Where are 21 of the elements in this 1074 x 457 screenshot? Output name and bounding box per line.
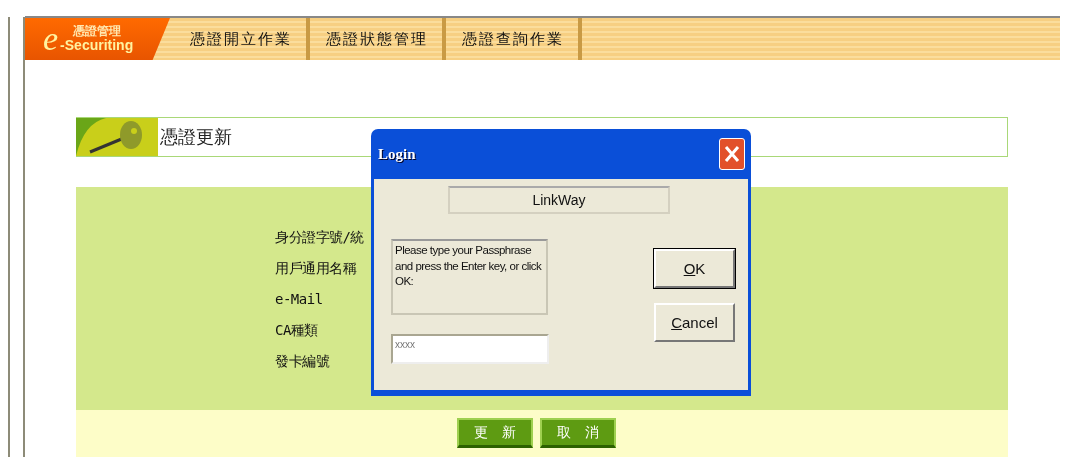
field-label: 用戶通用名稱 xyxy=(275,259,356,278)
nav-tab[interactable]: 憑證開立作業 xyxy=(174,18,310,60)
passphrase-field[interactable]: xxxx xyxy=(391,334,549,364)
field-label: e-Mail xyxy=(275,290,323,309)
key-icon xyxy=(76,118,158,156)
dialog-message: Please type your Passphrase and press the Enter key, or click OK: xyxy=(391,239,548,315)
field-label: 身分證字號/統 xyxy=(275,228,364,247)
logo-title: 憑證管理 xyxy=(72,25,121,37)
logo-subtitle: -Securiting xyxy=(60,37,134,53)
close-button[interactable] xyxy=(719,138,745,170)
field-label: CA種類 xyxy=(275,321,318,340)
field-label: 發卡編號 xyxy=(275,352,329,371)
nav-tab[interactable]: 憑證狀態管理 xyxy=(310,18,446,60)
ok-button[interactable]: OK xyxy=(654,249,735,288)
cancel-button[interactable]: Cancel xyxy=(654,303,735,342)
logo-letter: e xyxy=(43,22,59,56)
dialog-title: Login xyxy=(378,145,416,163)
page-title: 憑證更新 xyxy=(159,125,232,149)
app-name: LinkWay xyxy=(448,186,670,214)
nav-tab[interactable]: 憑證查詢作業 xyxy=(446,18,582,60)
close-icon xyxy=(724,145,740,163)
